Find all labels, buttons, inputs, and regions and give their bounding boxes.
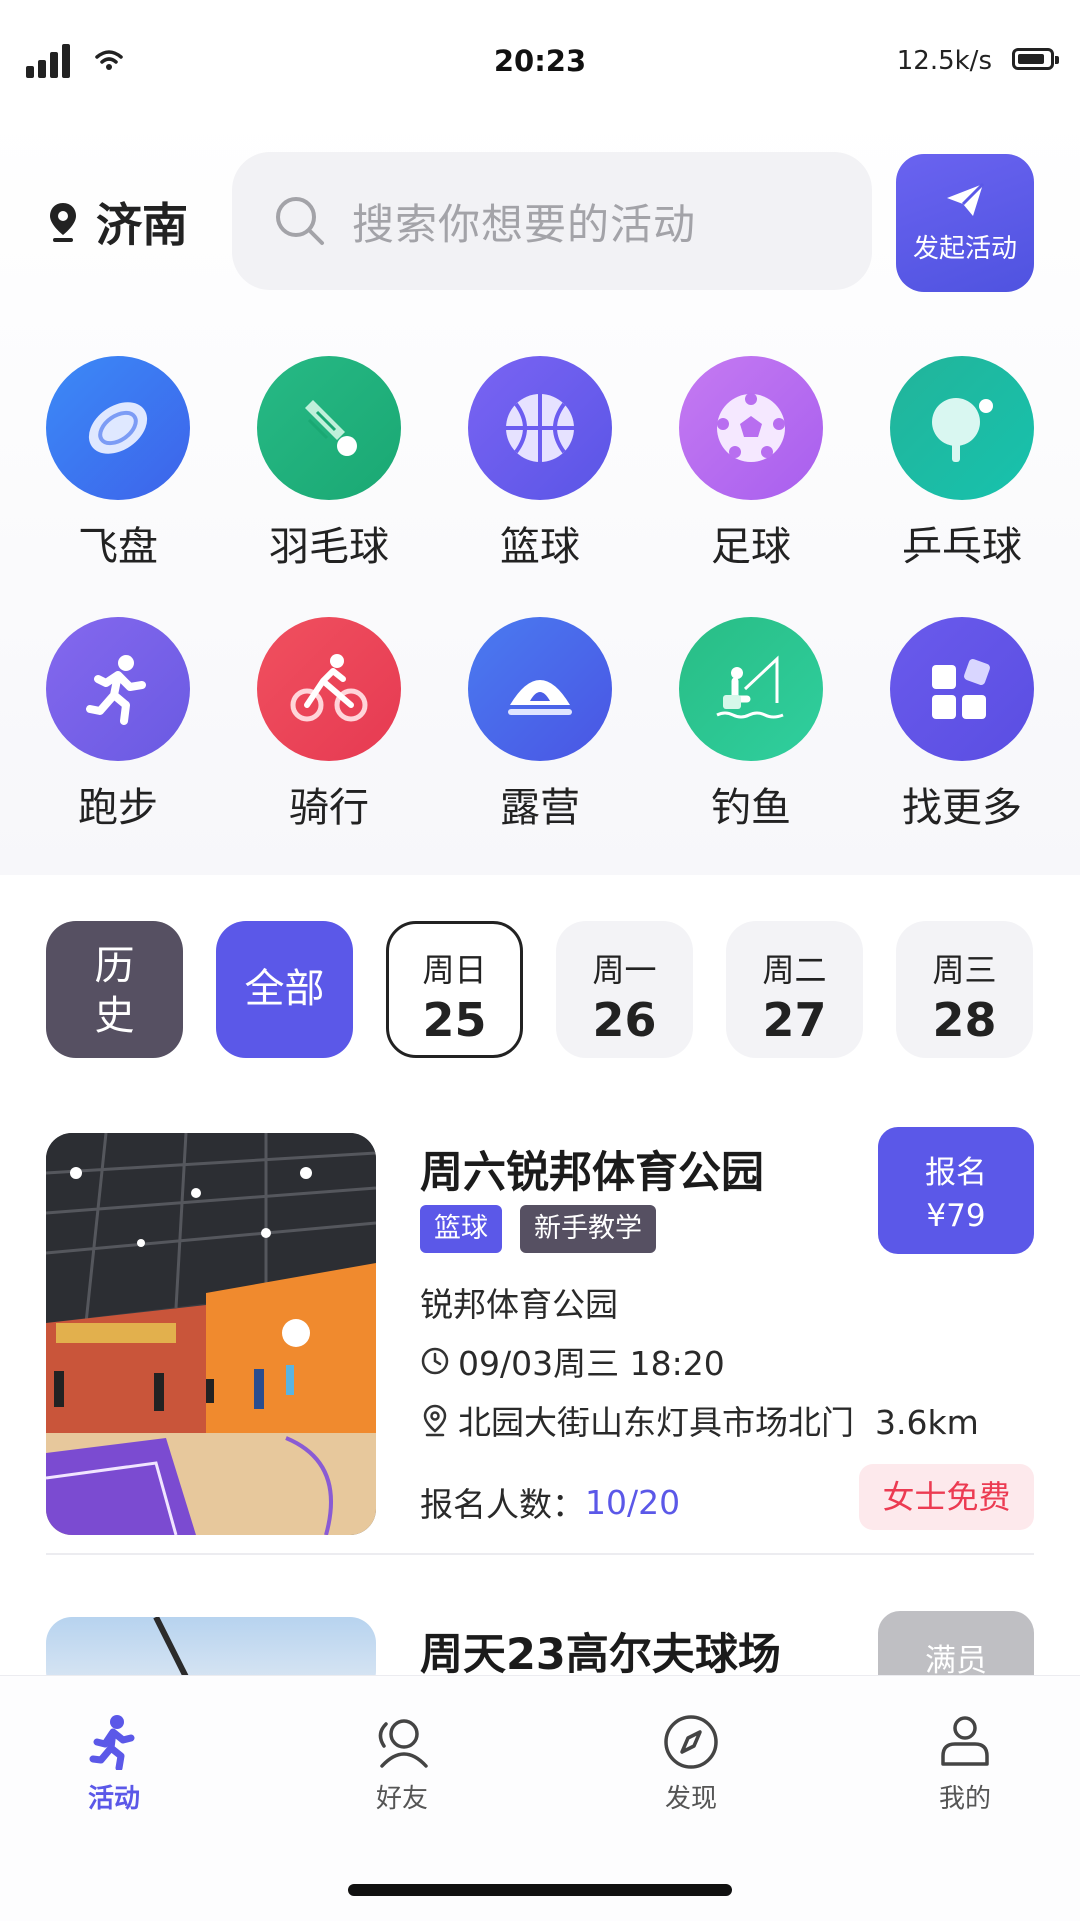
pingpong-icon bbox=[890, 356, 1034, 500]
city-label: 济南 bbox=[96, 198, 188, 252]
network-speed: 12.5k/s bbox=[896, 46, 992, 76]
venue-name: 锐邦体育公园 bbox=[420, 1285, 618, 1324]
activity-time: 09/03周三 18:20 bbox=[420, 1337, 725, 1385]
tab-friends[interactable]: 好友 bbox=[322, 1714, 482, 1815]
signup-button[interactable]: 报名 ¥79 bbox=[878, 1127, 1034, 1254]
status-bar: 20:23 12.5k/s bbox=[0, 0, 1080, 110]
activity-title-2[interactable]: 周天23高尔夫球场 bbox=[420, 1620, 781, 1682]
city-selector[interactable]: 济南 bbox=[48, 192, 188, 252]
category-badminton[interactable]: 羽毛球 bbox=[244, 356, 414, 572]
category-cycling[interactable]: 骑行 bbox=[244, 617, 414, 833]
compass-icon bbox=[664, 1715, 718, 1769]
tab-mine[interactable]: 我的 bbox=[885, 1714, 1045, 1815]
profile-icon bbox=[941, 1716, 989, 1766]
category-pingpong[interactable]: 乒乓球 bbox=[877, 356, 1047, 572]
tag-beginner: 新手教学 bbox=[520, 1205, 656, 1253]
tent-icon bbox=[468, 617, 612, 761]
date-tab-wednesday[interactable]: 周三 28 bbox=[896, 921, 1033, 1058]
category-basketball[interactable]: 篮球 bbox=[455, 356, 625, 572]
category-fishing[interactable]: 钓鱼 bbox=[666, 617, 836, 833]
activity-photo[interactable] bbox=[46, 1133, 376, 1535]
participants-count: 报名人数： 10/20 bbox=[420, 1482, 681, 1525]
soccer-icon bbox=[679, 356, 823, 500]
search-input[interactable]: 搜索你想要的活动 bbox=[232, 152, 872, 290]
search-icon bbox=[276, 197, 324, 245]
date-tab-tuesday[interactable]: 周二 27 bbox=[726, 921, 863, 1058]
send-icon bbox=[947, 182, 985, 216]
card-divider bbox=[46, 1553, 1034, 1555]
date-tab-sunday[interactable]: 周日 25 bbox=[386, 921, 523, 1058]
friends-icon bbox=[378, 1719, 428, 1768]
location-pin-icon bbox=[50, 203, 76, 242]
category-running[interactable]: 跑步 bbox=[33, 617, 203, 833]
clock-icon bbox=[421, 1347, 449, 1375]
category-more[interactable]: 找更多 bbox=[877, 617, 1047, 833]
location-icon bbox=[423, 1404, 447, 1437]
launch-activity-label: 发起活动 bbox=[912, 234, 1017, 264]
tab-discover[interactable]: 发现 bbox=[611, 1714, 771, 1815]
activity-runner-icon bbox=[89, 1715, 135, 1770]
battery-icon bbox=[1012, 48, 1059, 70]
tag-sport: 篮球 bbox=[420, 1205, 502, 1253]
tab-activity[interactable]: 活动 bbox=[34, 1714, 194, 1815]
category-frisbee[interactable]: 飞盘 bbox=[33, 356, 203, 572]
activity-address: 北园大街山东灯具市场北门 3.6km bbox=[420, 1396, 979, 1444]
category-soccer[interactable]: 足球 bbox=[666, 356, 836, 572]
search-placeholder: 搜索你想要的活动 bbox=[352, 199, 697, 249]
category-camping[interactable]: 露营 bbox=[455, 617, 625, 833]
all-dates-button[interactable]: 全部 bbox=[216, 921, 353, 1058]
frisbee-icon bbox=[46, 356, 190, 500]
launch-activity-button[interactable]: 发起活动 bbox=[896, 154, 1034, 292]
badminton-icon bbox=[257, 356, 401, 500]
cycling-icon bbox=[257, 617, 401, 761]
ladies-free-badge: 女士免费 bbox=[859, 1464, 1034, 1530]
history-button[interactable]: 历 史 bbox=[46, 921, 183, 1058]
activity-title[interactable]: 周六锐邦体育公园 bbox=[420, 1138, 764, 1200]
date-tab-monday[interactable]: 周一 26 bbox=[556, 921, 693, 1058]
more-grid-icon bbox=[890, 617, 1034, 761]
basketball-court-image bbox=[46, 1133, 376, 1535]
home-indicator bbox=[348, 1884, 732, 1896]
fishing-icon bbox=[679, 617, 823, 761]
basketball-icon bbox=[468, 356, 612, 500]
running-icon bbox=[46, 617, 190, 761]
